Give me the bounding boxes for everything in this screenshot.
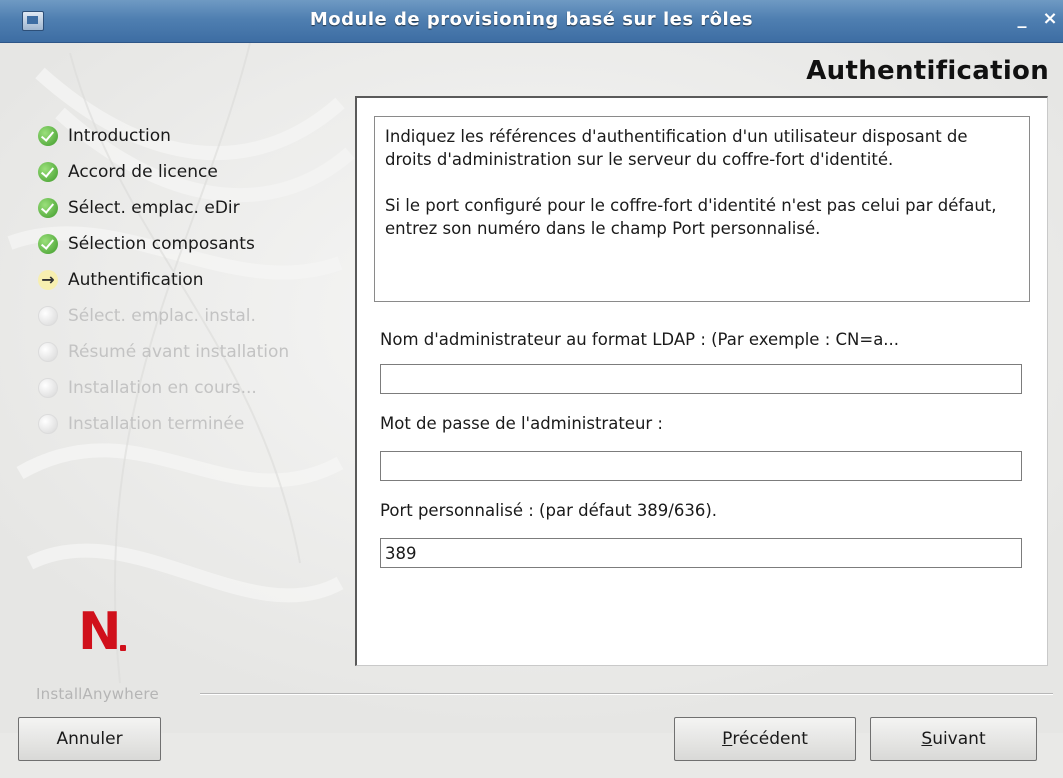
step-install-complete: Installation terminée (38, 406, 289, 442)
step-label: Authentification (68, 270, 204, 290)
close-button[interactable]: × (1040, 10, 1060, 30)
step-authentication: → Authentification (38, 262, 289, 298)
button-label: uivant (932, 729, 986, 749)
check-icon (38, 162, 58, 182)
admin-password-field[interactable] (380, 451, 1022, 481)
steps-list: Introduction Accord de licence Sélect. e… (38, 118, 289, 442)
admin-name-field[interactable] (380, 364, 1022, 394)
check-icon (38, 126, 58, 146)
step-installing: Installation en cours... (38, 370, 289, 406)
novell-logo: N (78, 606, 126, 658)
custom-port-field[interactable] (380, 538, 1022, 568)
pending-dot-icon (38, 306, 58, 326)
step-label: Accord de licence (68, 162, 218, 182)
step-pre-install-summary: Résumé avant installation (38, 334, 289, 370)
step-component-selection: Sélection composants (38, 226, 289, 262)
step-label: Installation en cours... (68, 378, 257, 398)
next-button[interactable]: Suivant (870, 717, 1037, 761)
admin-password-label: Mot de passe de l'administrateur : (380, 414, 663, 433)
mnemonic: P (722, 729, 733, 749)
window-title: Module de provisioning basé sur les rôle… (309, 9, 754, 30)
cancel-button[interactable]: Annuler (18, 717, 161, 761)
pending-dot-icon (38, 378, 58, 398)
content-panel: Indiquez les références d'authentificati… (355, 96, 1048, 666)
arrow-right-icon: → (38, 270, 58, 290)
step-label: Résumé avant installation (68, 342, 290, 362)
check-icon (38, 198, 58, 218)
info-text-box[interactable]: Indiquez les références d'authentificati… (374, 116, 1030, 302)
button-label: récédent (732, 729, 808, 749)
step-install-location: Sélect. emplac. instal. (38, 298, 289, 334)
custom-port-label: Port personnalisé : (par défaut 389/636)… (380, 501, 718, 520)
admin-name-label: Nom d'administrateur au format LDAP : (P… (380, 330, 900, 349)
installer-brand: InstallAnywhere (36, 685, 159, 703)
logo-dot (120, 645, 126, 651)
mnemonic: S (921, 729, 933, 749)
check-icon (38, 234, 58, 254)
title-bar[interactable]: Module de provisioning basé sur les rôle… (0, 0, 1063, 43)
step-label: Installation terminée (68, 414, 245, 434)
info-paragraph: Si le port configuré pour le coffre-fort… (385, 196, 997, 238)
step-label: Sélect. emplac. eDir (68, 198, 240, 218)
step-edir-location: Sélect. emplac. eDir (38, 190, 289, 226)
logo-letter: N (78, 602, 122, 662)
info-paragraph: Indiquez les références d'authentificati… (385, 127, 968, 169)
installer-window: Module de provisioning basé sur les rôle… (0, 0, 1063, 778)
page-heading: Authentification (806, 56, 1049, 86)
minimize-button[interactable]: _ (1012, 10, 1032, 30)
previous-button[interactable]: Précédent (674, 717, 856, 761)
step-introduction: Introduction (38, 118, 289, 154)
pending-dot-icon (38, 342, 58, 362)
step-label: Introduction (68, 126, 171, 146)
pending-dot-icon (38, 414, 58, 434)
step-license: Accord de licence (38, 154, 289, 190)
step-label: Sélection composants (68, 234, 255, 254)
divider (200, 693, 1053, 694)
step-label: Sélect. emplac. instal. (68, 306, 256, 326)
